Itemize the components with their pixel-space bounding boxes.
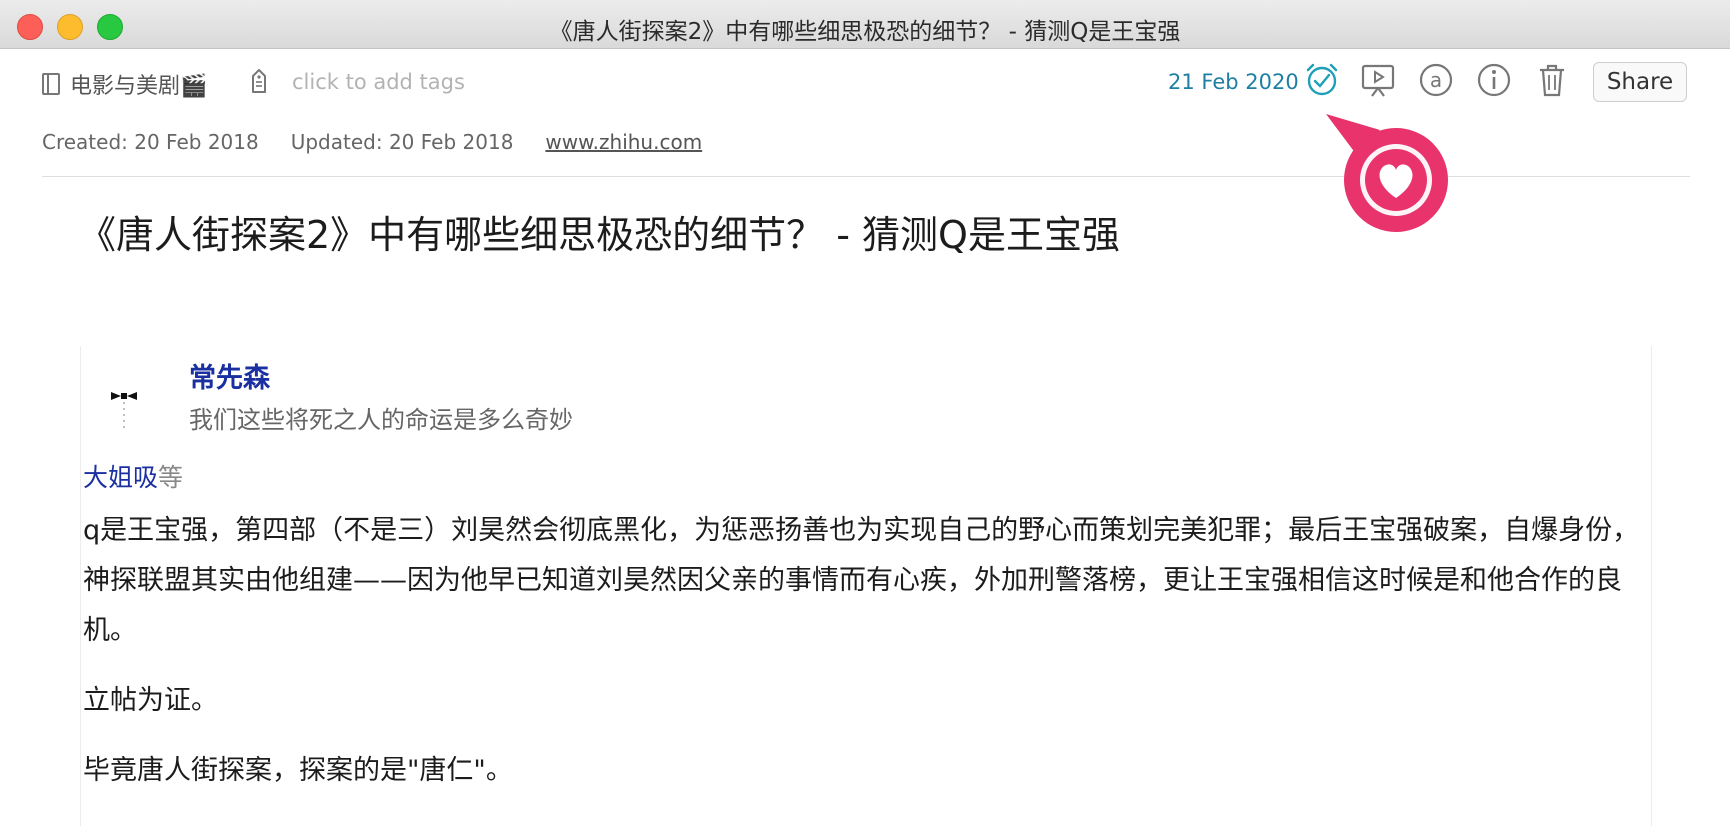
author-name-link[interactable]: 常先森: [189, 356, 270, 395]
note-toolbar: 电影与美剧🎬 21 Feb 2020 a Share: [0, 48, 1730, 118]
at-icon[interactable]: a: [1416, 60, 1456, 100]
tags-input[interactable]: [290, 66, 554, 98]
answer-paragraph: 立帖为证。: [83, 685, 218, 716]
created-date: Created: 20 Feb 2018: [42, 130, 259, 154]
note-meta: Created: 20 Feb 2018 Updated: 20 Feb 201…: [42, 130, 734, 154]
author-bio: 我们这些将死之人的命运是多么奇妙: [189, 406, 573, 434]
note-title[interactable]: 《唐人街探案2》中有哪些细思极恐的细节？ - 猜测Q是王宝强: [78, 204, 1120, 259]
voter-suffix: 等: [158, 463, 184, 492]
answer-paragraph: q是王宝强，第四部（不是三）刘昊然会彻底黑化，为惩恶扬善也为实现自己的野心而策划…: [83, 515, 1640, 646]
voters-line: 大姐吸等: [83, 458, 183, 494]
heart-callout-icon: [1326, 114, 1448, 232]
reminder-date[interactable]: 21 Feb 2020: [1168, 70, 1299, 94]
answer-paragraph: 毕竟唐人街探案，探案的是"唐仁"。: [83, 755, 513, 786]
source-url-link[interactable]: www.zhihu.com: [545, 130, 702, 154]
updated-date: Updated: 20 Feb 2018: [290, 130, 514, 154]
present-icon[interactable]: [1358, 60, 1398, 100]
notebook-selector[interactable]: 电影与美剧🎬: [42, 68, 207, 100]
voter-link[interactable]: 大姐吸: [83, 463, 158, 492]
alarm-check-icon[interactable]: [1302, 60, 1342, 100]
info-icon[interactable]: [1474, 60, 1514, 100]
trash-icon[interactable]: [1532, 60, 1572, 100]
avatar: [111, 392, 137, 428]
tag-icon: [252, 69, 266, 93]
share-button[interactable]: Share: [1593, 62, 1687, 102]
notebook-name: 电影与美剧🎬: [70, 74, 208, 99]
notebook-icon: [42, 73, 60, 95]
title-bar: 《唐人街探案2》中有哪些细思极恐的细节？ - 猜测Q是王宝强: [0, 0, 1730, 49]
window-title: 《唐人街探案2》中有哪些细思极恐的细节？ - 猜测Q是王宝强: [549, 19, 1181, 45]
answer-card: 常先森 我们这些将死之人的命运是多么奇妙 大姐吸等 q是王宝强，第四部（不是三）…: [80, 346, 1652, 826]
svg-text:a: a: [1430, 68, 1442, 92]
